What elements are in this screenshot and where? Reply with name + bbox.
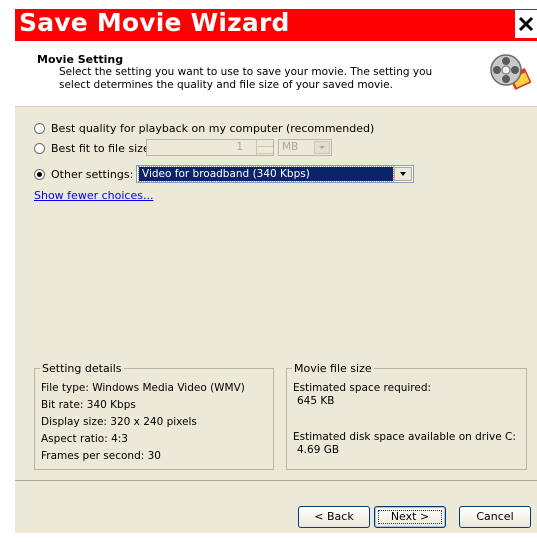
cancel-button[interactable]: Cancel <box>459 506 531 528</box>
best-fit-option[interactable]: Best fit to file size: <box>34 139 153 157</box>
file-size-spinner[interactable]: 1 <box>146 139 274 156</box>
file-size-unit: MB <box>282 141 299 153</box>
movie-file-size-group: Movie file size Estimated space required… <box>286 362 527 470</box>
display-size-text: Display size: 320 x 240 pixels <box>41 416 197 428</box>
best-quality-option[interactable]: Best quality for playback on my computer… <box>34 119 374 137</box>
wizard-header: Movie Setting Select the setting you wan… <box>15 41 537 107</box>
file-type-text: File type: Windows Media Video (WMV) <box>41 382 245 394</box>
other-settings-radio[interactable] <box>34 168 45 180</box>
page-description: Select the setting you want to use to sa… <box>59 66 433 91</box>
spinner-arrows[interactable] <box>256 140 273 155</box>
chevron-down-icon <box>319 146 325 149</box>
disk-space-value: 4.69 GB <box>297 444 340 456</box>
best-quality-label: Best quality for playback on my computer… <box>51 121 375 135</box>
best-fit-radio[interactable] <box>34 142 45 154</box>
setting-details-legend: Setting details <box>40 362 124 375</box>
estimated-space-label: Estimated space required: <box>293 382 432 394</box>
file-size-unit-select[interactable]: MB <box>278 139 332 156</box>
window-title: Save Movie Wizard <box>19 8 290 37</box>
fps-text: Frames per second: 30 <box>41 450 161 462</box>
page-title: Movie Setting <box>37 53 124 66</box>
close-icon <box>518 16 534 32</box>
spinner-up-button[interactable] <box>257 140 273 147</box>
best-fit-label: Best fit to file size: <box>51 141 154 155</box>
unit-dropdown-button[interactable] <box>314 141 330 154</box>
other-settings-value: Video for broadband (340 Kbps) <box>138 166 394 182</box>
disk-space-label: Estimated disk space available on drive … <box>293 431 516 443</box>
settings-dropdown-button[interactable] <box>394 167 412 181</box>
close-button[interactable] <box>515 10 537 38</box>
other-settings-label: Other settings: <box>51 167 134 181</box>
wizard-footer: < Back Next > Cancel <box>15 480 537 533</box>
chevron-down-icon <box>400 172 406 176</box>
wizard-body: Best quality for playback on my computer… <box>15 107 537 480</box>
spinner-down-button[interactable] <box>257 147 273 154</box>
other-settings-select[interactable]: Video for broadband (340 Kbps) <box>136 165 414 183</box>
bit-rate-text: Bit rate: 340 Kbps <box>41 399 136 411</box>
title-bar: Save Movie Wizard <box>15 8 537 41</box>
next-button[interactable]: Next > <box>374 506 446 528</box>
film-reel-icon <box>490 54 531 91</box>
movie-file-size-legend: Movie file size <box>292 362 374 375</box>
show-fewer-choices-link[interactable]: Show fewer choices... <box>34 189 153 202</box>
best-quality-radio[interactable] <box>34 122 45 134</box>
aspect-ratio-text: Aspect ratio: 4:3 <box>41 433 128 445</box>
setting-details-group: Setting details File type: Windows Media… <box>34 362 274 470</box>
other-settings-option[interactable]: Other settings: <box>34 165 133 183</box>
estimated-space-value: 645 KB <box>297 395 335 407</box>
back-button[interactable]: < Back <box>298 506 370 528</box>
file-size-value: 1 <box>236 141 243 153</box>
